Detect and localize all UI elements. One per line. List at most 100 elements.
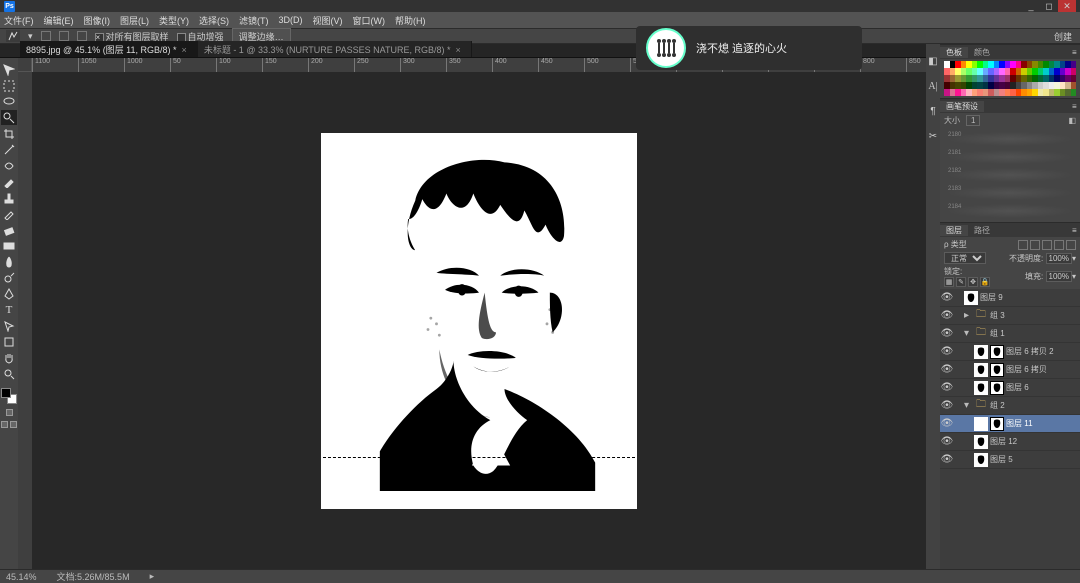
layer-group-row[interactable]: 👁▸🗀组 3 bbox=[940, 307, 1080, 325]
quickmask-toggle[interactable] bbox=[6, 409, 13, 416]
layer-name[interactable]: 图层 11 bbox=[1006, 418, 1076, 429]
eraser-tool-icon[interactable] bbox=[1, 222, 17, 237]
swatch[interactable] bbox=[1071, 89, 1077, 96]
menu-type[interactable]: 类型(Y) bbox=[159, 14, 189, 27]
layer-row[interactable]: 👁 图层 6 拷贝 2 bbox=[940, 343, 1080, 361]
tab-swatches[interactable]: 色板 bbox=[940, 47, 968, 58]
maximize-button[interactable]: ◻ bbox=[1040, 0, 1058, 12]
lasso-tool-icon[interactable] bbox=[1, 94, 17, 109]
panel-menu-icon[interactable]: ≡ bbox=[1066, 48, 1080, 57]
mask-thumbnail[interactable] bbox=[990, 345, 1004, 359]
crop-tool-icon[interactable] bbox=[1, 126, 17, 141]
layer-group-row[interactable]: 👁▾🗀组 1 bbox=[940, 325, 1080, 343]
zoom-tool-icon[interactable] bbox=[1, 366, 17, 381]
visibility-toggle[interactable]: 👁 bbox=[940, 454, 954, 465]
layer-name[interactable]: 图层 6 拷贝 bbox=[1006, 364, 1076, 375]
visibility-toggle[interactable]: 👁 bbox=[940, 418, 954, 429]
visibility-toggle[interactable]: 👁 bbox=[940, 436, 954, 447]
filter-smart-icon[interactable] bbox=[1066, 240, 1076, 250]
minimize-button[interactable]: _ bbox=[1022, 0, 1040, 12]
doc-info[interactable]: 文档:5.26M/85.5M bbox=[57, 570, 130, 583]
brush-preset[interactable]: 2183 bbox=[946, 186, 1074, 200]
shape-tool-icon[interactable] bbox=[1, 334, 17, 349]
layer-thumbnail[interactable] bbox=[964, 291, 978, 305]
panel-menu-icon[interactable]: ≡ bbox=[1066, 226, 1080, 235]
visibility-toggle[interactable]: 👁 bbox=[940, 364, 954, 375]
tab-color[interactable]: 颜色 bbox=[968, 47, 996, 58]
visibility-toggle[interactable]: 👁 bbox=[940, 346, 954, 357]
filter-type-icon[interactable] bbox=[1042, 240, 1052, 250]
layer-row[interactable]: 👁 图层 6 bbox=[940, 379, 1080, 397]
menu-layer[interactable]: 图层(L) bbox=[120, 14, 149, 27]
tab-layers[interactable]: 图层 bbox=[940, 225, 968, 236]
stamp-tool-icon[interactable] bbox=[1, 190, 17, 205]
brush-preset[interactable]: 2184 bbox=[946, 204, 1074, 218]
layer-thumbnail[interactable] bbox=[974, 453, 988, 467]
visibility-toggle[interactable]: 👁 bbox=[940, 382, 954, 393]
panel-menu-icon[interactable]: ≡ bbox=[1066, 102, 1080, 111]
gradient-tool-icon[interactable] bbox=[1, 238, 17, 253]
swatch[interactable] bbox=[1071, 61, 1077, 68]
layer-name[interactable]: 图层 5 bbox=[990, 454, 1076, 465]
brush-preset[interactable]: 2181 bbox=[946, 150, 1074, 164]
document-tab-2[interactable]: 未标题 - 1 @ 33.3% (NURTURE PASSES NATURE, … bbox=[198, 41, 472, 57]
ruler-vertical[interactable] bbox=[18, 72, 32, 569]
menu-select[interactable]: 选择(S) bbox=[199, 14, 229, 27]
fill-field[interactable]: 100% bbox=[1046, 271, 1072, 282]
eyedropper-tool-icon[interactable] bbox=[1, 142, 17, 157]
pen-tool-icon[interactable] bbox=[1, 286, 17, 301]
lock-paint-icon[interactable]: ✎ bbox=[956, 277, 966, 287]
color-swatches[interactable] bbox=[1, 388, 17, 404]
layer-filter-label[interactable]: ρ 类型 bbox=[944, 239, 967, 250]
sub-selection-icon[interactable] bbox=[77, 31, 87, 41]
visibility-toggle[interactable]: 👁 bbox=[940, 400, 954, 411]
hand-tool-icon[interactable] bbox=[1, 350, 17, 365]
mask-thumbnail[interactable] bbox=[990, 363, 1004, 377]
blend-mode-select[interactable]: 正常 bbox=[944, 252, 986, 264]
lock-pos-icon[interactable]: ✥ bbox=[968, 277, 978, 287]
menu-image[interactable]: 图像(I) bbox=[84, 14, 111, 27]
menu-help[interactable]: 帮助(H) bbox=[395, 14, 426, 27]
menu-view[interactable]: 视图(V) bbox=[313, 14, 343, 27]
visibility-toggle[interactable]: 👁 bbox=[940, 328, 954, 339]
add-selection-icon[interactable] bbox=[59, 31, 69, 41]
mask-thumbnail[interactable] bbox=[990, 381, 1004, 395]
history-panel-icon[interactable]: ◧ bbox=[928, 56, 937, 67]
layer-group-row[interactable]: 👁▾🗀组 2 bbox=[940, 397, 1080, 415]
paragraph-panel-icon[interactable]: ¶ bbox=[930, 106, 935, 117]
layer-name[interactable]: 图层 6 拷贝 2 bbox=[1006, 346, 1076, 357]
layer-row[interactable]: 👁图层 12 bbox=[940, 433, 1080, 451]
new-selection-icon[interactable] bbox=[41, 31, 51, 41]
menu-edit[interactable]: 编辑(E) bbox=[44, 14, 74, 27]
quick-select-tool-icon[interactable] bbox=[1, 110, 17, 125]
swatch[interactable] bbox=[1071, 82, 1077, 89]
layer-name[interactable]: 图层 6 bbox=[1006, 382, 1076, 393]
layer-thumbnail[interactable] bbox=[974, 381, 988, 395]
layer-name[interactable]: 组 3 bbox=[990, 310, 1076, 321]
layer-name[interactable]: 组 1 bbox=[990, 328, 1076, 339]
filter-pixel-icon[interactable] bbox=[1018, 240, 1028, 250]
mask-thumbnail[interactable] bbox=[990, 417, 1004, 431]
layer-thumbnail[interactable] bbox=[974, 435, 988, 449]
tab-brush-presets[interactable]: 画笔预设 bbox=[940, 101, 984, 112]
tab-paths[interactable]: 路径 bbox=[968, 225, 996, 236]
dodge-tool-icon[interactable] bbox=[1, 270, 17, 285]
layer-thumbnail[interactable] bbox=[974, 417, 988, 431]
fold-icon[interactable]: ▾ bbox=[964, 328, 974, 339]
document-canvas[interactable] bbox=[321, 133, 637, 509]
notification-toast[interactable]: 浇不熄 追逐的心火 bbox=[636, 26, 862, 70]
brush-preset[interactable]: 2180 bbox=[946, 132, 1074, 146]
menu-window[interactable]: 窗口(W) bbox=[353, 14, 386, 27]
close-icon[interactable]: × bbox=[456, 45, 461, 55]
filter-shape-icon[interactable] bbox=[1054, 240, 1064, 250]
layer-thumbnail[interactable] bbox=[974, 363, 988, 377]
brush-size-field[interactable]: 1 bbox=[966, 115, 980, 126]
fold-icon[interactable]: ▸ bbox=[964, 310, 974, 321]
move-tool-icon[interactable] bbox=[1, 62, 17, 77]
options-right-label[interactable]: 创建 bbox=[1054, 30, 1080, 43]
swatch-grid[interactable] bbox=[944, 61, 1076, 96]
layer-row[interactable]: 👁 图层 5 bbox=[940, 451, 1080, 469]
canvas-viewport[interactable] bbox=[32, 72, 926, 569]
visibility-toggle[interactable]: 👁 bbox=[940, 310, 954, 321]
menu-filter[interactable]: 滤镜(T) bbox=[239, 14, 269, 27]
